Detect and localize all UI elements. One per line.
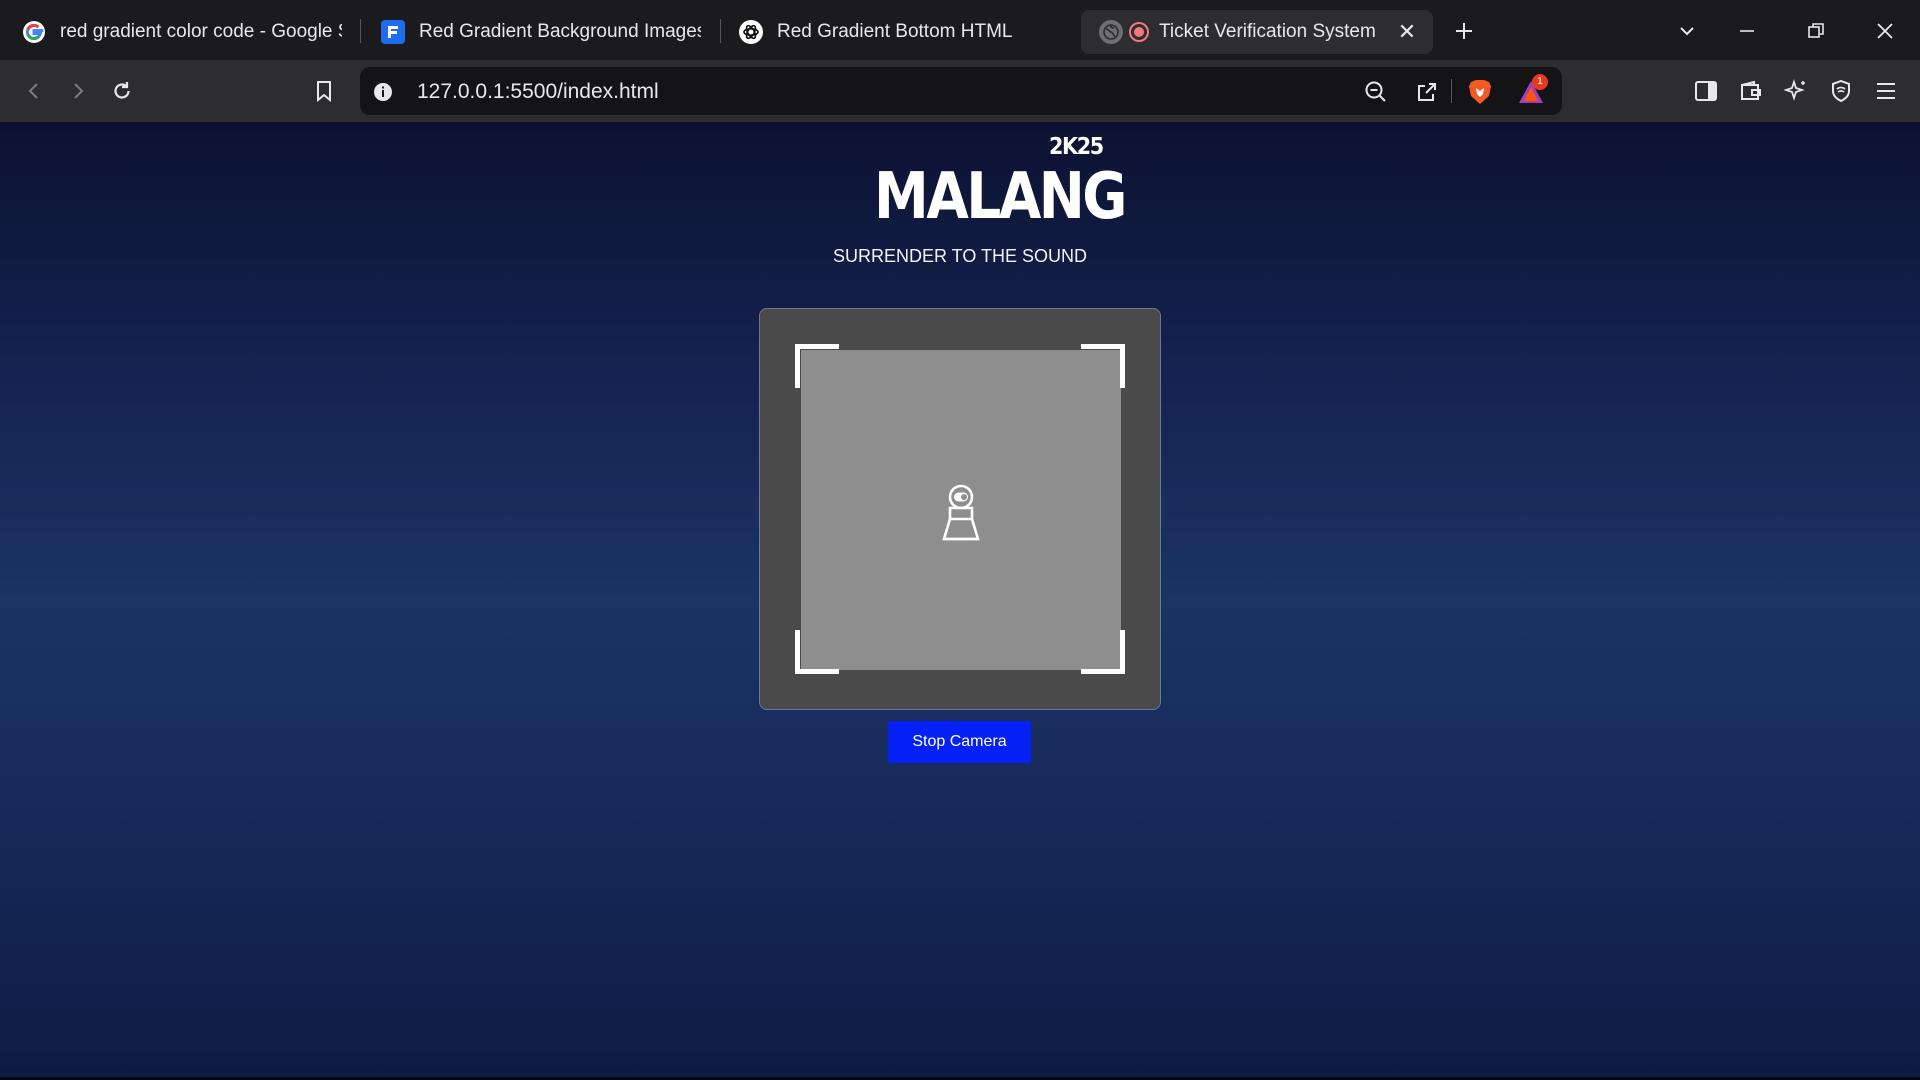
- minimize-icon: [1740, 30, 1754, 32]
- stop-camera-button[interactable]: Stop Camera: [888, 721, 1031, 763]
- wallet-button[interactable]: [1733, 73, 1769, 109]
- menu-button[interactable]: [1868, 73, 1904, 109]
- tab-chatgpt[interactable]: Red Gradient Bottom HTML: [739, 10, 1059, 54]
- globe-icon: [1099, 20, 1123, 44]
- qr-scanner-frame: [759, 308, 1161, 710]
- tab-freepik[interactable]: Red Gradient Background Images -: [381, 10, 701, 54]
- tab-search-button[interactable]: [1670, 14, 1704, 48]
- back-button[interactable]: [16, 73, 52, 109]
- close-tab-icon[interactable]: ✕: [1395, 20, 1419, 44]
- google-icon: [22, 20, 46, 44]
- wallet-icon: [1741, 80, 1761, 100]
- divider: [1451, 79, 1452, 103]
- hamburger-menu-icon: [1877, 83, 1895, 99]
- tab-title: red gradient color code - Google Se: [60, 21, 342, 42]
- address-bar[interactable]: 127.0.0.1:5500/index.html 1: [360, 67, 1562, 115]
- close-window-button[interactable]: [1868, 14, 1902, 48]
- tab-strip: red gradient color code - Google Se Red …: [0, 0, 1920, 60]
- tab-title: Red Gradient Background Images -: [419, 21, 701, 42]
- brave-shields-icon[interactable]: [1465, 77, 1495, 107]
- shield-icon: [1832, 79, 1850, 103]
- tab-title: Red Gradient Bottom HTML: [777, 21, 1013, 42]
- share-icon[interactable]: [1412, 77, 1442, 107]
- tab-title: Ticket Verification System: [1159, 21, 1376, 42]
- scan-corner-bottom-right: [1081, 630, 1125, 674]
- restore-icon: [1808, 23, 1824, 38]
- scan-corner-top-left: [795, 344, 839, 388]
- navigation-toolbar: 127.0.0.1:5500/index.html 1: [0, 60, 1920, 122]
- plus-icon: [1456, 23, 1472, 39]
- tab-google-search[interactable]: red gradient color code - Google Se: [22, 10, 342, 54]
- zoom-out-icon[interactable]: [1361, 77, 1391, 107]
- scan-corner-bottom-left: [795, 630, 839, 674]
- freepik-icon: [381, 20, 405, 44]
- site-info-icon[interactable]: [368, 77, 398, 107]
- recording-icon: [1129, 22, 1149, 42]
- url-text[interactable]: 127.0.0.1:5500/index.html: [417, 80, 659, 104]
- minimize-button[interactable]: [1730, 14, 1764, 48]
- tab-ticket-verification[interactable]: Ticket Verification System ✕: [1081, 10, 1433, 54]
- reload-button[interactable]: [104, 73, 140, 109]
- tab-separator: [720, 19, 721, 43]
- camera-viewport: [801, 350, 1121, 670]
- tab-separator: [360, 19, 361, 43]
- notification-badge: 1: [1532, 74, 1548, 90]
- reload-icon: [114, 82, 130, 99]
- arrow-left-icon: [28, 83, 38, 99]
- sidebar-toggle-button[interactable]: [1688, 73, 1724, 109]
- bookmark-button[interactable]: [306, 73, 342, 109]
- brand-title: MALANG: [874, 160, 1127, 234]
- close-icon: [1877, 23, 1893, 39]
- arrow-right-icon: [74, 83, 84, 99]
- tagline: SURRENDER TO THE SOUND: [832, 246, 1088, 266]
- vpn-button[interactable]: [1823, 73, 1859, 109]
- new-tab-button[interactable]: [1447, 14, 1481, 48]
- brand-year: 2K25: [1049, 134, 1104, 160]
- sparkle-icon: [1784, 79, 1805, 101]
- chevron-down-icon: [1680, 27, 1694, 36]
- chatgpt-icon: [739, 20, 763, 44]
- webcam-icon: [942, 484, 980, 541]
- restore-button[interactable]: [1799, 14, 1833, 48]
- leo-ai-button[interactable]: [1778, 73, 1814, 109]
- page-content: 2K25 MALANG SURRENDER TO THE SOUND Stop …: [0, 122, 1920, 1080]
- sidebar-icon: [1695, 81, 1717, 101]
- scan-corner-top-right: [1081, 344, 1125, 388]
- brave-rewards-icon[interactable]: 1: [1516, 74, 1548, 107]
- bookmark-icon: [317, 81, 331, 102]
- forward-button[interactable]: [60, 73, 96, 109]
